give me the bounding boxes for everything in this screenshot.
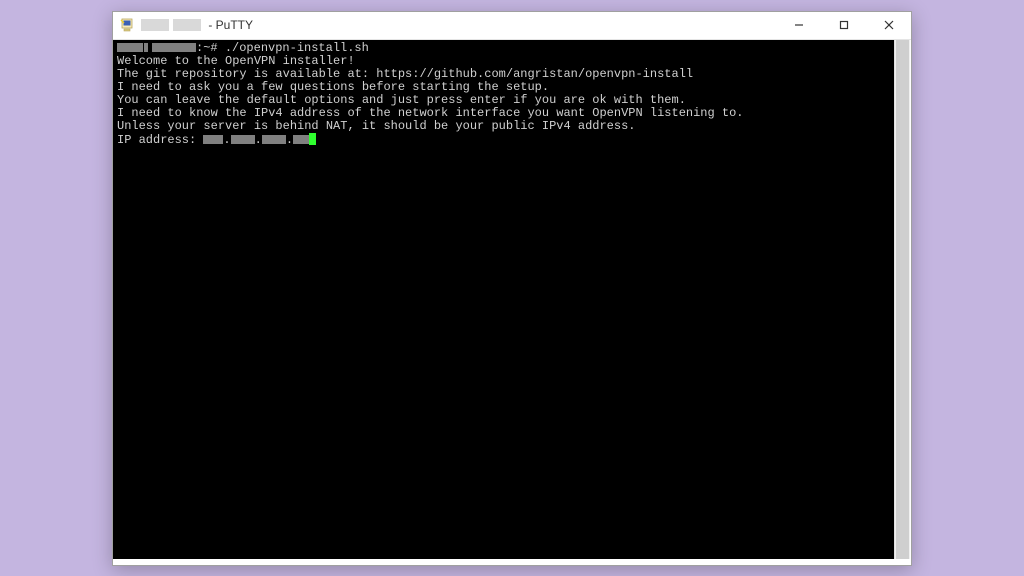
prompt-redact-1 [117,43,143,52]
terminal-area: :~# ./openvpn-install.shWelcome to the O… [113,40,911,565]
output-line: I need to know the IPv4 address of the n… [117,107,890,120]
ip-octet-4 [293,135,309,144]
output-line: You can leave the default options and ju… [117,94,890,107]
titlebar[interactable]: - PuTTY [113,12,911,40]
ip-line: IP address: ... [117,133,890,147]
maximize-button[interactable] [821,12,866,39]
ip-octet-1 [203,135,223,144]
title-redacted-2 [173,19,201,31]
prompt-line: :~# ./openvpn-install.sh [117,42,890,55]
prompt-suffix: :~# [196,41,225,55]
putty-window: - PuTTY :~# ./openvpn-install.shWelcome … [112,11,912,566]
close-button[interactable] [866,12,911,39]
output-line: The git repository is available at: http… [117,68,890,81]
output-line: I need to ask you a few questions before… [117,81,890,94]
prompt-redact-3 [152,43,196,52]
minimize-button[interactable] [776,12,821,39]
output-line: Unless your server is behind NAT, it sho… [117,120,890,133]
ip-octet-2 [231,135,255,144]
output-line: Welcome to the OpenVPN installer! [117,55,890,68]
window-controls [776,12,911,39]
scrollbar[interactable] [894,40,910,559]
title-redacted-1 [141,19,169,31]
putty-icon [119,17,135,33]
scroll-thumb[interactable] [896,40,909,559]
prompt-redact-2 [144,43,148,52]
ip-octet-3 [262,135,286,144]
window-title: - PuTTY [205,18,253,32]
command-text: ./openvpn-install.sh [225,41,369,55]
terminal[interactable]: :~# ./openvpn-install.shWelcome to the O… [113,40,894,559]
ip-prompt: IP address: [117,133,203,147]
cursor [309,133,316,145]
